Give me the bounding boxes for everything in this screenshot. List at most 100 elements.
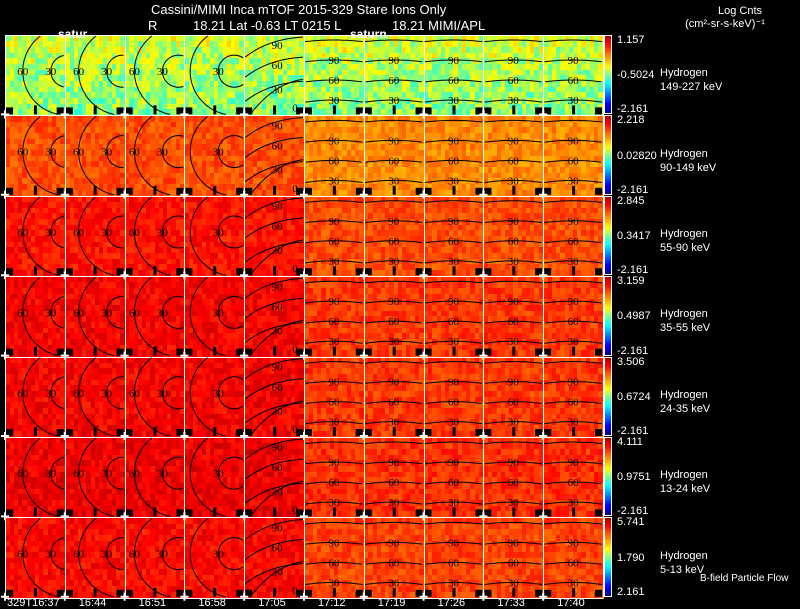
cross-marker bbox=[180, 271, 189, 280]
contour-label: 60 bbox=[568, 397, 580, 409]
contour-label: 90 bbox=[568, 377, 580, 389]
contour-label: 30 bbox=[213, 388, 225, 400]
contour-label: 60 bbox=[73, 307, 85, 319]
contour-label: 60 bbox=[388, 557, 400, 569]
cross-marker bbox=[479, 190, 488, 199]
colorbar bbox=[604, 437, 612, 517]
energy-range-label: 90-149 keV bbox=[660, 161, 717, 174]
contour-label: 90 bbox=[388, 216, 400, 228]
cross-marker bbox=[240, 512, 249, 521]
contour-line bbox=[5, 592, 10, 597]
contour-label: 90 bbox=[568, 457, 580, 469]
colorbar-max: 3.506 bbox=[617, 355, 645, 368]
contour-line bbox=[304, 441, 363, 445]
contour-label: 60 bbox=[328, 477, 340, 489]
contour-label: 90 bbox=[328, 135, 340, 147]
contour-label: 60 bbox=[272, 543, 284, 555]
contour-label: 60 bbox=[508, 75, 520, 87]
contour-label: 0 bbox=[292, 504, 298, 516]
contour-label: 60 bbox=[129, 307, 141, 319]
contour-label: 30 bbox=[213, 66, 225, 78]
contour-line bbox=[304, 521, 363, 525]
contour-label: 30 bbox=[213, 549, 225, 561]
contour-label: 30 bbox=[328, 336, 340, 348]
contour-line bbox=[5, 190, 10, 195]
contour-label: 60 bbox=[448, 236, 460, 248]
colorbar-mid: 0.4987 bbox=[617, 310, 651, 323]
cross-marker bbox=[419, 432, 428, 440]
cross-marker bbox=[539, 190, 548, 199]
colorbar-mid: 0.3417 bbox=[617, 230, 651, 242]
contour-label: 30 bbox=[101, 549, 113, 561]
time-label: 17:05 bbox=[258, 597, 286, 609]
contour-label: 60 bbox=[568, 477, 580, 489]
contour-line bbox=[5, 109, 10, 115]
time-label: 17:40 bbox=[557, 597, 585, 609]
contour-line bbox=[364, 441, 423, 445]
colorbar-max: 2.845 bbox=[617, 194, 645, 207]
cross-marker bbox=[479, 432, 488, 440]
contour-label: 60 bbox=[328, 75, 340, 87]
contour-label: 30 bbox=[328, 497, 340, 509]
cross-marker bbox=[60, 432, 69, 440]
contour-label: 30 bbox=[508, 497, 520, 509]
contour-label: 30 bbox=[101, 147, 113, 159]
contour-label: 30 bbox=[157, 549, 169, 561]
contour-label: 30 bbox=[157, 147, 169, 159]
contour-label: 60 bbox=[73, 66, 85, 78]
contour-line bbox=[364, 521, 423, 525]
contour-label: 30 bbox=[448, 417, 460, 429]
contour-label: 30 bbox=[101, 388, 113, 400]
cross-marker bbox=[120, 190, 129, 199]
time-label: 17:19 bbox=[377, 597, 406, 609]
contour-line bbox=[424, 200, 483, 203]
species-label: Hydrogen bbox=[660, 469, 708, 482]
contour-label: 90 bbox=[272, 442, 284, 454]
cross-marker bbox=[240, 592, 249, 601]
contour-label: 60 bbox=[388, 75, 400, 87]
contour-line bbox=[544, 119, 603, 123]
contour-label: 30 bbox=[388, 336, 400, 348]
colorbar-title: Log Cnts bbox=[717, 5, 763, 17]
cross-marker bbox=[539, 592, 548, 601]
contour-label: 60 bbox=[448, 75, 460, 87]
contour-label: 0 bbox=[292, 344, 298, 356]
contour-label: 60 bbox=[508, 397, 520, 409]
contour-label: 90 bbox=[508, 216, 520, 228]
colorbar-mid: 0.9751 bbox=[617, 471, 651, 484]
contour-label: 90 bbox=[568, 55, 580, 67]
cross-marker bbox=[419, 592, 428, 601]
cross-marker bbox=[479, 592, 488, 601]
cross-marker bbox=[419, 512, 428, 521]
cross-marker bbox=[60, 512, 69, 521]
contour-line bbox=[484, 119, 543, 123]
contour-label: 90 bbox=[568, 135, 580, 147]
saturn-marker-label: saturn bbox=[350, 27, 387, 41]
contour-label: 90 bbox=[272, 201, 284, 213]
cross-marker bbox=[539, 512, 548, 521]
contour-label: 30 bbox=[45, 549, 57, 561]
contour-label: 90 bbox=[328, 296, 340, 308]
contour-line bbox=[424, 441, 483, 445]
contour-label: 90 bbox=[388, 135, 400, 147]
cross-marker bbox=[479, 271, 488, 280]
contour-label: 30 bbox=[508, 175, 520, 187]
species-label: Hydrogen bbox=[660, 549, 708, 562]
contour-label: 60 bbox=[388, 397, 400, 409]
colorbar-mid: 1.790 bbox=[617, 551, 645, 564]
contour-label: 60 bbox=[73, 227, 85, 239]
contour-label: 90 bbox=[568, 216, 580, 228]
contour-label: 60 bbox=[17, 307, 29, 319]
cross-marker bbox=[180, 432, 189, 440]
cross-marker bbox=[300, 592, 308, 601]
contour-label: 30 bbox=[508, 95, 520, 107]
contour-label: 60 bbox=[17, 388, 29, 400]
contour-label: 90 bbox=[508, 537, 520, 549]
cross-marker bbox=[120, 512, 129, 521]
colorbar bbox=[604, 115, 612, 195]
contour-line bbox=[544, 280, 603, 284]
r-label: R bbox=[148, 18, 158, 33]
contour-label: 90 bbox=[388, 457, 400, 469]
contour-label: 30 bbox=[45, 388, 57, 400]
cross-marker bbox=[120, 351, 129, 360]
